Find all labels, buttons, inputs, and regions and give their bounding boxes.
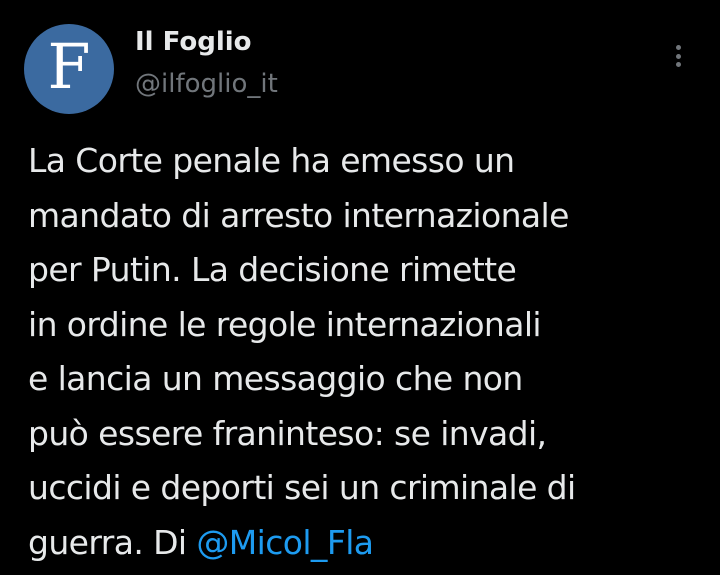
more-vertical-icon <box>675 45 681 67</box>
avatar-letter: F <box>47 30 91 103</box>
tweet-text-line: e lancia un messaggio che non <box>28 359 523 398</box>
tweet-text-line: per Putin. La decisione rimette <box>28 250 517 289</box>
tweet-text-line: mandato di arresto internazionale <box>28 195 569 235</box>
tweet-text-segment: guerra. Di <box>28 522 197 562</box>
tweet-text: La Corte penale ha emesso un mandato di … <box>28 134 708 570</box>
tweet-text-last-line: guerra. Di @Micol_Fla <box>28 516 708 571</box>
author-display-name[interactable]: Il Foglio <box>135 26 252 58</box>
tweet-text-line: in ordine le regole internazionali <box>28 304 542 344</box>
avatar[interactable]: F <box>24 24 114 114</box>
author-handle[interactable]: @ilfoglio_it <box>135 68 278 100</box>
mention-link[interactable]: @Micol_Fla <box>196 523 374 562</box>
tweet-text-line: può essere franinteso: se invadi, <box>28 413 547 453</box>
tweet-card: F Il Foglio @ilfoglio_it La Corte penale… <box>0 0 720 575</box>
more-options-button[interactable] <box>664 42 692 70</box>
tweet-text-line: La Corte penale ha emesso un <box>28 141 515 180</box>
tweet-text-line: uccidi e deporti sei un criminale di <box>28 468 576 507</box>
